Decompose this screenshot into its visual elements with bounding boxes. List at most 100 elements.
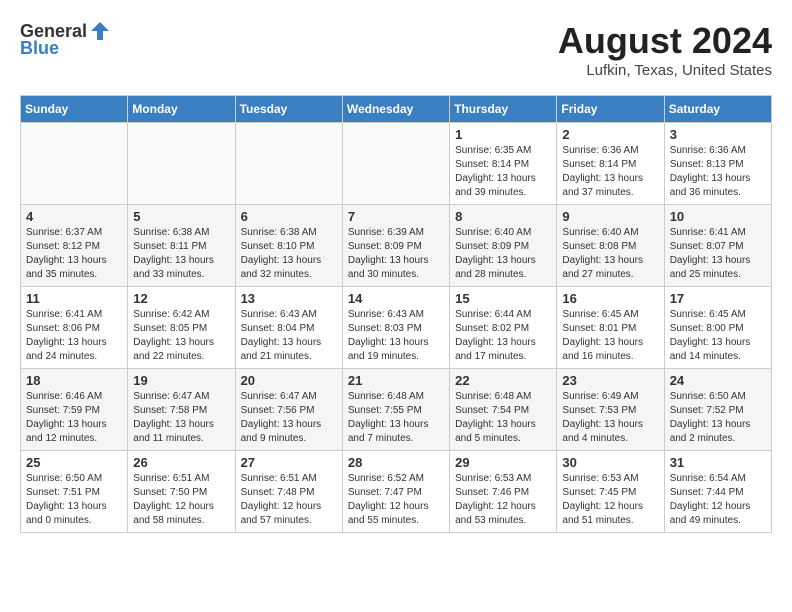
day-of-week-header: Thursday: [450, 96, 557, 123]
day-detail: Sunrise: 6:40 AM Sunset: 8:08 PM Dayligh…: [562, 226, 658, 282]
calendar-cell: 16 Sunrise: 6:45 AM Sunset: 8:01 PM Dayli…: [557, 287, 664, 369]
calendar-cell: [128, 123, 235, 205]
day-detail: Sunrise: 6:48 AM Sunset: 7:54 PM Dayligh…: [455, 390, 551, 446]
day-detail: Sunrise: 6:39 AM Sunset: 8:09 PM Dayligh…: [348, 226, 444, 282]
calendar-cell: 31 Sunrise: 6:54 AM Sunset: 7:44 PM Dayli…: [664, 451, 771, 533]
day-detail: Sunrise: 6:52 AM Sunset: 7:47 PM Dayligh…: [348, 472, 444, 528]
calendar-header-row: SundayMondayTuesdayWednesdayThursdayFrid…: [21, 96, 772, 123]
day-detail: Sunrise: 6:53 AM Sunset: 7:45 PM Dayligh…: [562, 472, 658, 528]
calendar-cell: 22 Sunrise: 6:48 AM Sunset: 7:54 PM Dayli…: [450, 369, 557, 451]
calendar-cell: 4 Sunrise: 6:37 AM Sunset: 8:12 PM Daylig…: [21, 205, 128, 287]
day-number: 25: [26, 455, 122, 470]
day-of-week-header: Monday: [128, 96, 235, 123]
calendar-cell: 1 Sunrise: 6:35 AM Sunset: 8:14 PM Daylig…: [450, 123, 557, 205]
calendar-cell: 26 Sunrise: 6:51 AM Sunset: 7:50 PM Dayli…: [128, 451, 235, 533]
day-of-week-header: Tuesday: [235, 96, 342, 123]
location: Lufkin, Texas, United States: [558, 62, 772, 79]
day-detail: Sunrise: 6:51 AM Sunset: 7:48 PM Dayligh…: [241, 472, 337, 528]
calendar-cell: [342, 123, 449, 205]
day-detail: Sunrise: 6:45 AM Sunset: 8:01 PM Dayligh…: [562, 308, 658, 364]
day-number: 3: [670, 127, 766, 142]
day-detail: Sunrise: 6:49 AM Sunset: 7:53 PM Dayligh…: [562, 390, 658, 446]
day-number: 20: [241, 373, 337, 388]
day-number: 5: [133, 209, 229, 224]
day-detail: Sunrise: 6:38 AM Sunset: 8:10 PM Dayligh…: [241, 226, 337, 282]
day-detail: Sunrise: 6:41 AM Sunset: 8:07 PM Dayligh…: [670, 226, 766, 282]
calendar-cell: 11 Sunrise: 6:41 AM Sunset: 8:06 PM Dayli…: [21, 287, 128, 369]
calendar-cell: 27 Sunrise: 6:51 AM Sunset: 7:48 PM Dayli…: [235, 451, 342, 533]
day-detail: Sunrise: 6:54 AM Sunset: 7:44 PM Dayligh…: [670, 472, 766, 528]
day-number: 12: [133, 291, 229, 306]
day-detail: Sunrise: 6:38 AM Sunset: 8:11 PM Dayligh…: [133, 226, 229, 282]
calendar-cell: 8 Sunrise: 6:40 AM Sunset: 8:09 PM Daylig…: [450, 205, 557, 287]
day-detail: Sunrise: 6:42 AM Sunset: 8:05 PM Dayligh…: [133, 308, 229, 364]
day-number: 7: [348, 209, 444, 224]
day-number: 13: [241, 291, 337, 306]
day-detail: Sunrise: 6:46 AM Sunset: 7:59 PM Dayligh…: [26, 390, 122, 446]
calendar-cell: 18Sunrise: 6:46 AM Sunset: 7:59 PM Dayli…: [21, 369, 128, 451]
day-detail: Sunrise: 6:43 AM Sunset: 8:04 PM Dayligh…: [241, 308, 337, 364]
day-number: 30: [562, 455, 658, 470]
day-number: 8: [455, 209, 551, 224]
day-number: 23: [562, 373, 658, 388]
day-number: 26: [133, 455, 229, 470]
day-detail: Sunrise: 6:35 AM Sunset: 8:14 PM Dayligh…: [455, 144, 551, 200]
calendar-cell: 12 Sunrise: 6:42 AM Sunset: 8:05 PM Dayli…: [128, 287, 235, 369]
calendar-cell: 19 Sunrise: 6:47 AM Sunset: 7:58 PM Dayli…: [128, 369, 235, 451]
calendar-cell: 20 Sunrise: 6:47 AM Sunset: 7:56 PM Dayli…: [235, 369, 342, 451]
calendar-cell: 3Sunrise: 6:36 AM Sunset: 8:13 PM Daylig…: [664, 123, 771, 205]
day-number: 22: [455, 373, 551, 388]
week-row: 1 Sunrise: 6:35 AM Sunset: 8:14 PM Daylig…: [21, 123, 772, 205]
calendar-cell: 29Sunrise: 6:53 AM Sunset: 7:46 PM Dayli…: [450, 451, 557, 533]
calendar-cell: 13 Sunrise: 6:43 AM Sunset: 8:04 PM Dayli…: [235, 287, 342, 369]
day-detail: Sunrise: 6:45 AM Sunset: 8:00 PM Dayligh…: [670, 308, 766, 364]
day-number: 10: [670, 209, 766, 224]
week-row: 11 Sunrise: 6:41 AM Sunset: 8:06 PM Dayli…: [21, 287, 772, 369]
day-number: 11: [26, 291, 122, 306]
day-number: 17: [670, 291, 766, 306]
calendar-cell: [21, 123, 128, 205]
week-row: 4 Sunrise: 6:37 AM Sunset: 8:12 PM Daylig…: [21, 205, 772, 287]
day-number: 15: [455, 291, 551, 306]
calendar-cell: 6Sunrise: 6:38 AM Sunset: 8:10 PM Daylig…: [235, 205, 342, 287]
day-detail: Sunrise: 6:47 AM Sunset: 7:58 PM Dayligh…: [133, 390, 229, 446]
calendar-cell: 10 Sunrise: 6:41 AM Sunset: 8:07 PM Dayli…: [664, 205, 771, 287]
day-detail: Sunrise: 6:40 AM Sunset: 8:09 PM Dayligh…: [455, 226, 551, 282]
calendar-cell: 2 Sunrise: 6:36 AM Sunset: 8:14 PM Daylig…: [557, 123, 664, 205]
day-detail: Sunrise: 6:47 AM Sunset: 7:56 PM Dayligh…: [241, 390, 337, 446]
week-row: 18Sunrise: 6:46 AM Sunset: 7:59 PM Dayli…: [21, 369, 772, 451]
day-number: 2: [562, 127, 658, 142]
day-number: 24: [670, 373, 766, 388]
day-number: 14: [348, 291, 444, 306]
day-number: 9: [562, 209, 658, 224]
day-number: 27: [241, 455, 337, 470]
title-area: August 2024 Lufkin, Texas, United States: [558, 20, 772, 79]
day-detail: Sunrise: 6:51 AM Sunset: 7:50 PM Dayligh…: [133, 472, 229, 528]
calendar-cell: 15Sunrise: 6:44 AM Sunset: 8:02 PM Dayli…: [450, 287, 557, 369]
day-number: 29: [455, 455, 551, 470]
week-row: 25Sunrise: 6:50 AM Sunset: 7:51 PM Dayli…: [21, 451, 772, 533]
day-of-week-header: Friday: [557, 96, 664, 123]
day-number: 28: [348, 455, 444, 470]
calendar-cell: 24Sunrise: 6:50 AM Sunset: 7:52 PM Dayli…: [664, 369, 771, 451]
day-detail: Sunrise: 6:37 AM Sunset: 8:12 PM Dayligh…: [26, 226, 122, 282]
calendar-cell: 17 Sunrise: 6:45 AM Sunset: 8:00 PM Dayli…: [664, 287, 771, 369]
calendar-cell: 7 Sunrise: 6:39 AM Sunset: 8:09 PM Daylig…: [342, 205, 449, 287]
day-detail: Sunrise: 6:36 AM Sunset: 8:14 PM Dayligh…: [562, 144, 658, 200]
calendar-cell: 5 Sunrise: 6:38 AM Sunset: 8:11 PM Daylig…: [128, 205, 235, 287]
calendar-cell: 14Sunrise: 6:43 AM Sunset: 8:03 PM Dayli…: [342, 287, 449, 369]
day-number: 16: [562, 291, 658, 306]
day-number: 1: [455, 127, 551, 142]
calendar-cell: 30 Sunrise: 6:53 AM Sunset: 7:45 PM Dayli…: [557, 451, 664, 533]
logo-icon: [89, 20, 111, 42]
day-detail: Sunrise: 6:48 AM Sunset: 7:55 PM Dayligh…: [348, 390, 444, 446]
day-number: 31: [670, 455, 766, 470]
day-number: 4: [26, 209, 122, 224]
day-detail: Sunrise: 6:41 AM Sunset: 8:06 PM Dayligh…: [26, 308, 122, 364]
calendar-cell: 21 Sunrise: 6:48 AM Sunset: 7:55 PM Dayli…: [342, 369, 449, 451]
day-number: 19: [133, 373, 229, 388]
calendar-cell: 28 Sunrise: 6:52 AM Sunset: 7:47 PM Dayli…: [342, 451, 449, 533]
logo: General Blue: [20, 20, 111, 59]
day-number: 21: [348, 373, 444, 388]
calendar-cell: 23 Sunrise: 6:49 AM Sunset: 7:53 PM Dayli…: [557, 369, 664, 451]
